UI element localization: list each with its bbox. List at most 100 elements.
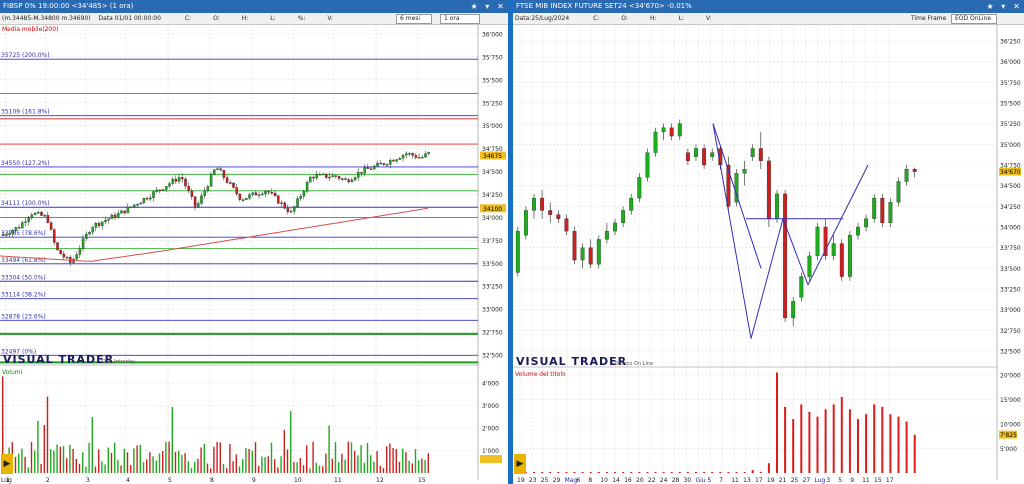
right-volume-tick: 10'000 bbox=[1000, 422, 1021, 429]
right-volume-bar bbox=[711, 472, 714, 473]
right-candle bbox=[702, 148, 707, 166]
right-candle bbox=[742, 168, 747, 174]
left-candle bbox=[225, 177, 229, 183]
left-volume-bar bbox=[21, 448, 23, 473]
left-candle bbox=[27, 217, 30, 222]
left-volume-bar bbox=[216, 441, 218, 473]
left-volume-bar bbox=[37, 420, 39, 473]
moving-average-label: Media mobile(200) bbox=[2, 26, 58, 33]
left-candle bbox=[94, 222, 98, 228]
right-x-tick: 27 bbox=[803, 477, 811, 484]
left-price-tick: 32'750 bbox=[482, 330, 503, 337]
left-candle bbox=[81, 238, 85, 249]
left-volume-bar bbox=[322, 466, 324, 473]
period-select[interactable]: 6 mesi bbox=[396, 14, 432, 24]
chevron-down-icon[interactable]: ▾ bbox=[482, 0, 493, 13]
fib-label: 35725 (200.0%) bbox=[1, 52, 50, 59]
left-volume-bar bbox=[66, 458, 68, 473]
right-candle bbox=[677, 123, 682, 137]
left-candle bbox=[299, 195, 302, 199]
left-candle bbox=[177, 177, 181, 182]
left-candle bbox=[78, 248, 82, 255]
left-volume-bar bbox=[94, 466, 97, 473]
left-candle bbox=[270, 192, 274, 194]
right-x-tick: 3 bbox=[826, 477, 830, 484]
right-price-tick: 35'750 bbox=[1000, 80, 1021, 87]
left-volume-bar bbox=[200, 447, 202, 473]
left-candle bbox=[424, 153, 427, 158]
left-volume-bar bbox=[341, 453, 343, 473]
time-frame-select[interactable]: EOD OnLine bbox=[951, 14, 997, 24]
left-volume-bar bbox=[85, 467, 87, 473]
right-play-button[interactable]: ▶ bbox=[514, 454, 526, 474]
left-volume-bar bbox=[14, 456, 17, 473]
left-candle bbox=[97, 222, 101, 226]
left-volume-bar bbox=[72, 448, 74, 473]
right-volume-bar bbox=[905, 421, 908, 473]
close-icon[interactable]: ✕ bbox=[1011, 0, 1022, 13]
right-price-chart[interactable]: 36'25036'00035'75035'50035'25035'00034'7… bbox=[513, 25, 1024, 484]
interval-select[interactable]: 1 ora bbox=[440, 14, 480, 24]
left-candle bbox=[158, 189, 162, 192]
left-candle bbox=[318, 174, 322, 176]
left-volume-bar bbox=[338, 462, 340, 473]
left-candle bbox=[203, 190, 206, 196]
left-volume-bar bbox=[398, 461, 401, 473]
left-candle bbox=[366, 167, 370, 169]
left-candle bbox=[245, 197, 248, 200]
left-candle bbox=[190, 190, 194, 197]
right-x-tick: 15 bbox=[874, 477, 882, 484]
left-candle bbox=[149, 197, 152, 200]
left-candle bbox=[59, 249, 62, 255]
left-candle bbox=[155, 189, 158, 192]
left-volume-bar bbox=[171, 407, 173, 473]
right-volume-bar bbox=[808, 411, 811, 473]
left-x-tick: 15 bbox=[418, 477, 426, 484]
right-volume-bar bbox=[913, 434, 916, 473]
left-readout-4: %: bbox=[297, 15, 306, 22]
fib-label: 35109 (161.8%) bbox=[1, 109, 50, 116]
left-volume-bar bbox=[130, 464, 132, 473]
close-icon[interactable]: ✕ bbox=[495, 0, 506, 13]
right-volume-bar bbox=[557, 472, 560, 473]
left-volume-bar bbox=[162, 450, 164, 473]
star-icon[interactable]: ★ bbox=[469, 0, 480, 13]
left-volume-bar bbox=[53, 450, 55, 473]
right-price-tick: 32'500 bbox=[1000, 349, 1021, 356]
left-volume-bar bbox=[274, 459, 276, 473]
left-vol-badge-bg bbox=[480, 455, 502, 463]
right-volume-bar bbox=[897, 416, 900, 473]
right-candle bbox=[645, 152, 650, 178]
left-price-chart[interactable]: 36'00035'75035'50035'25035'00034'75034'5… bbox=[0, 25, 509, 484]
left-price-badge: 34675 bbox=[483, 153, 502, 160]
left-candle bbox=[283, 202, 286, 209]
left-candle bbox=[197, 203, 200, 207]
fib-label: 34111 (100.0%) bbox=[1, 200, 50, 207]
left-volume-bar bbox=[427, 453, 429, 473]
right-candle bbox=[669, 127, 674, 137]
left-price-tick: 35'000 bbox=[482, 123, 503, 130]
left-play-button[interactable]: ▶ bbox=[1, 454, 13, 474]
left-volume-bar bbox=[408, 460, 410, 473]
left-x-tick: 9 bbox=[252, 477, 256, 484]
star-icon[interactable]: ★ bbox=[985, 0, 996, 13]
left-volume-bar bbox=[210, 468, 212, 473]
left-volume-bar bbox=[386, 446, 388, 473]
right-volume-bar bbox=[727, 472, 730, 473]
left-candle bbox=[289, 211, 293, 213]
right-volume-bar bbox=[743, 472, 746, 473]
right-candle bbox=[515, 230, 520, 273]
left-candle bbox=[238, 193, 242, 200]
left-title-bar: FIBSP 0% 19:00:00 <34'485> (1 ora) ★ ▾ ✕ bbox=[0, 0, 508, 13]
right-volume-label: Volume del titolo bbox=[515, 371, 566, 378]
left-volume-bar bbox=[142, 462, 145, 473]
right-price-tick: 33'750 bbox=[1000, 245, 1021, 252]
left-candle bbox=[30, 214, 34, 218]
right-candle bbox=[710, 152, 715, 157]
chevron-down-icon[interactable]: ▾ bbox=[998, 0, 1009, 13]
left-price-tick: 34'000 bbox=[482, 215, 503, 222]
right-volume-bar bbox=[767, 463, 770, 473]
right-volume-tick: 15'000 bbox=[1000, 397, 1021, 404]
left-candle bbox=[110, 214, 114, 219]
left-candle bbox=[347, 179, 350, 183]
